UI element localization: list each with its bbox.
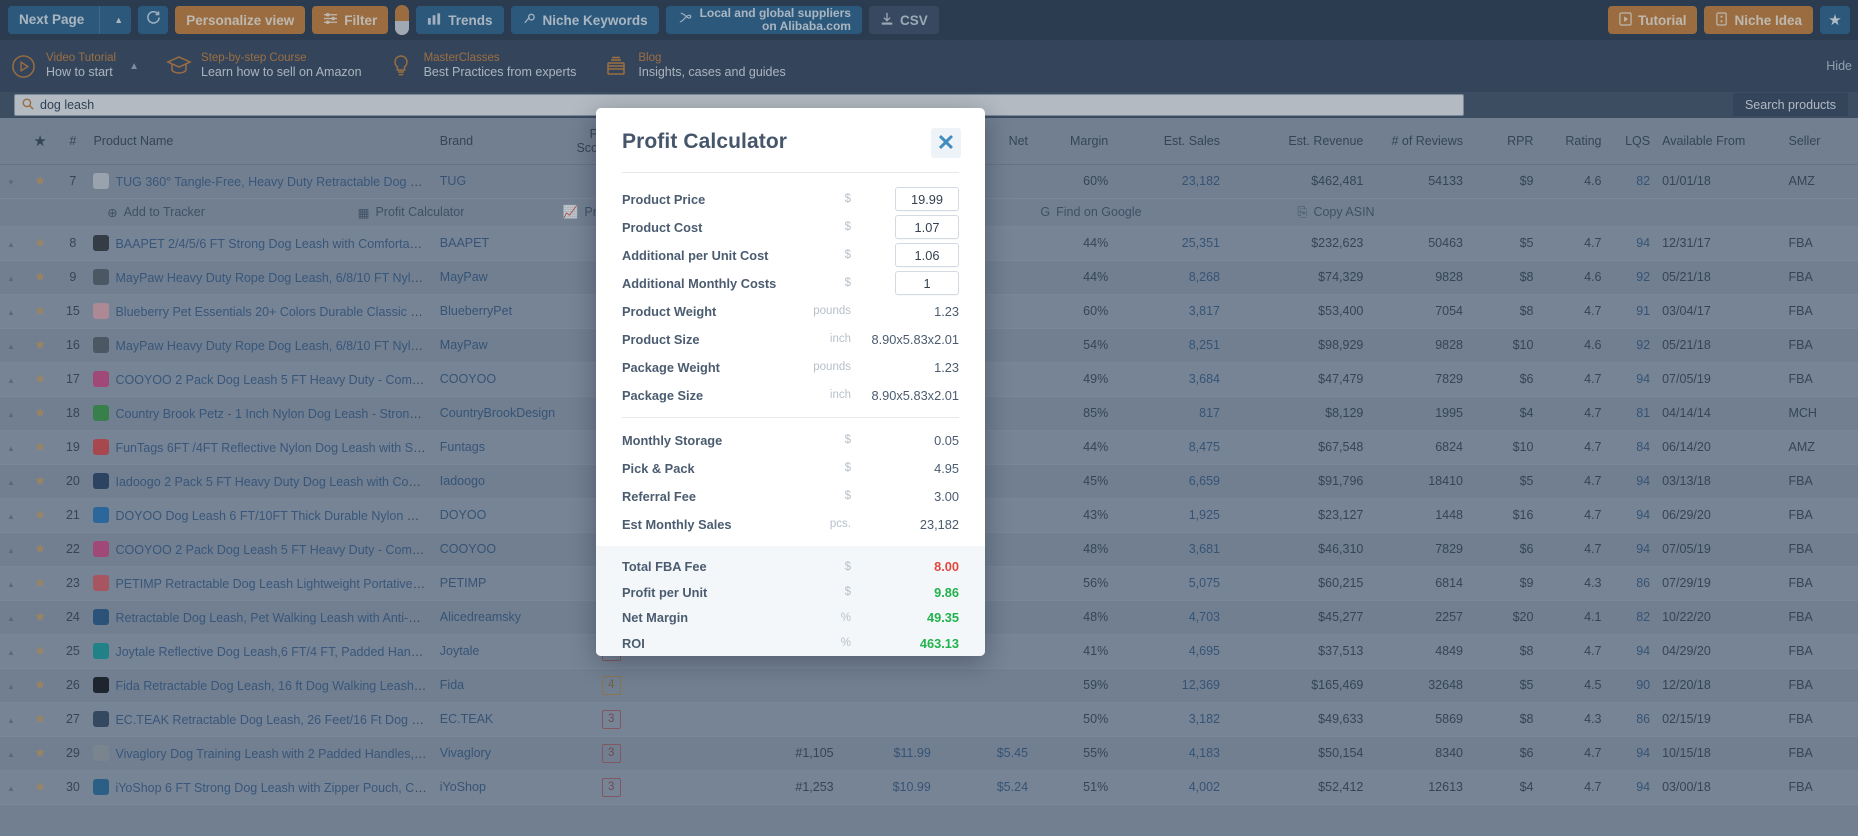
row-value-product-weight: 1.23 [934, 303, 959, 319]
row-value-product-size: 8.90x5.83x2.01 [871, 331, 959, 347]
modal-section-divider [622, 417, 959, 418]
row-label-pick-pack: Pick & Pack [622, 460, 695, 476]
row-value-additional-per-unit-cost [867, 243, 959, 267]
row-unit-product-price: $ [844, 193, 851, 205]
row-label-profit-per-unit: Profit per Unit [622, 584, 708, 600]
close-button[interactable]: ✕ [931, 128, 961, 158]
modal-row: Est Monthly Sales pcs. 23,182 [596, 510, 985, 538]
modal-header: Profit Calculator ✕ [596, 108, 985, 158]
row-value-package-weight: 1.23 [934, 359, 959, 375]
row-unit-package-size: inch [829, 389, 851, 401]
modal-row: Product Weight pounds 1.23 [596, 297, 985, 325]
row-unit-referral-fee: $ [844, 490, 851, 502]
row-label-package-weight: Package Weight [622, 359, 720, 375]
modal-row: Package Weight pounds 1.23 [596, 353, 985, 381]
row-unit-additional-monthly-costs: $ [844, 277, 851, 289]
row-unit-additional-per-unit-cost: $ [844, 249, 851, 261]
row-label-roi: ROI [622, 635, 645, 651]
modal-row: Total FBA Fee $8.00 [596, 554, 985, 580]
row-unit-est-monthly-sales: pcs. [829, 518, 851, 530]
row-label-product-price: Product Price [622, 191, 706, 207]
profit-calculator-modal: Profit Calculator ✕ Product Price$Produc… [596, 108, 985, 656]
row-value-referral-fee: 3.00 [934, 488, 959, 504]
modal-row: Additional Monthly Costs $ [596, 269, 985, 297]
input-product-cost[interactable] [895, 215, 959, 239]
row-label-est-monthly-sales: Est Monthly Sales [622, 516, 732, 532]
row-unit-pick-pack: $ [844, 462, 851, 474]
row-label-product-weight: Product Weight [622, 303, 717, 319]
modal-row: Additional per Unit Cost $ [596, 241, 985, 269]
row-value-net-margin: 49.35 [926, 610, 959, 626]
row-unit-monthly-storage: $ [844, 434, 851, 446]
row-label-additional-per-unit-cost: Additional per Unit Cost [622, 247, 769, 263]
modal-row: Package Size inch 8.90x5.83x2.01 [596, 381, 985, 409]
row-unit-total-fba-fee: $ [844, 560, 851, 573]
row-value-pick-pack: 4.95 [934, 460, 959, 476]
modal-summary-rows: Total FBA Fee $8.00 Profit per Unit $9.86 Ne… [596, 546, 985, 656]
modal-spec-rows: Product Weight pounds 1.23 Product Size inch… [596, 297, 985, 409]
row-value-roi: 463.13 [919, 635, 959, 651]
row-label-product-size: Product Size [622, 331, 700, 347]
modal-row: Profit per Unit $9.86 [596, 580, 985, 606]
row-value-product-price [867, 187, 959, 211]
row-label-package-size: Package Size [622, 387, 704, 403]
row-unit-product-weight: pounds [813, 305, 851, 317]
row-label-monthly-storage: Monthly Storage [622, 432, 723, 448]
input-additional-per-unit-cost[interactable] [895, 243, 959, 267]
row-value-total-fba-fee: 8.00 [934, 559, 959, 575]
input-product-price[interactable] [895, 187, 959, 211]
row-label-net-margin: Net Margin [622, 610, 689, 626]
modal-row: Referral Fee $3.00 [596, 482, 985, 510]
row-unit-net-margin: % [840, 611, 851, 624]
app-root: Next Page ▲ Personalize view Filter Tren… [0, 0, 1858, 836]
modal-row: Net Margin% 49.35 [596, 605, 985, 631]
modal-row: Product Price $ [596, 185, 985, 213]
row-label-product-cost: Product Cost [622, 219, 703, 235]
row-value-product-cost [867, 215, 959, 239]
row-unit-roi: % [840, 637, 851, 650]
row-unit-product-cost: $ [844, 221, 851, 233]
modal-row: ROI% 463.13 [596, 631, 985, 657]
close-icon: ✕ [936, 130, 956, 155]
row-value-profit-per-unit: 9.86 [934, 584, 959, 600]
row-label-total-fba-fee: Total FBA Fee [622, 559, 707, 575]
modal-fee-rows: Monthly Storage $0.05 Pick & Pack $4.95 Refe… [596, 426, 985, 538]
row-unit-profit-per-unit: $ [844, 586, 851, 599]
row-unit-product-size: inch [829, 333, 851, 345]
row-value-est-monthly-sales: 23,182 [919, 516, 959, 532]
modal-row: Product Cost $ [596, 213, 985, 241]
row-label-referral-fee: Referral Fee [622, 488, 696, 504]
row-unit-package-weight: pounds [813, 361, 851, 373]
row-value-monthly-storage: 0.05 [934, 432, 959, 448]
modal-row: Pick & Pack $4.95 [596, 454, 985, 482]
modal-row: Monthly Storage $0.05 [596, 426, 985, 454]
row-value-additional-monthly-costs [867, 271, 959, 295]
input-additional-monthly-costs[interactable] [895, 271, 959, 295]
row-label-additional-monthly-costs: Additional Monthly Costs [622, 275, 777, 291]
row-value-package-size: 8.90x5.83x2.01 [871, 387, 959, 403]
modal-input-rows: Product Price$Product Cost$Additional pe… [596, 185, 985, 297]
modal-title: Profit Calculator [622, 130, 788, 153]
modal-row: Product Size inch 8.90x5.83x2.01 [596, 325, 985, 353]
